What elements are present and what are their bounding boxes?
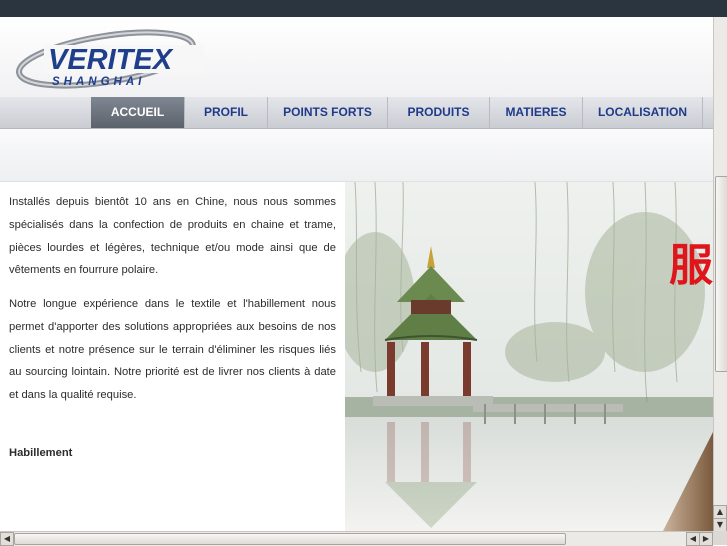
logo-brand-text: VERITEX: [48, 44, 174, 76]
nav-item-localisation[interactable]: LOCALISATION: [583, 97, 703, 128]
arrow-down-icon[interactable]: ▼: [713, 518, 727, 532]
logo-city-text: SHANGHAI: [52, 76, 145, 88]
arrow-left-icon[interactable]: ◀: [0, 532, 14, 546]
main-content: Installés depuis bientôt 10 ans en Chine…: [0, 182, 345, 531]
scrollbar-corner: [713, 531, 727, 545]
arrow-left-icon[interactable]: ◀: [686, 532, 700, 546]
chinese-character-overlay: 服: [669, 240, 713, 291]
experience-paragraph: Notre longue expérience dans le textile …: [9, 298, 336, 402]
intro-paragraph: Installés depuis bientôt 10 ans en Chine…: [9, 196, 336, 277]
vertical-scroll-thumb[interactable]: [715, 176, 727, 372]
horizontal-scroll-thumb[interactable]: [14, 533, 566, 545]
window-top-bar: [0, 0, 727, 17]
pagoda-lake-photo: 服: [345, 182, 713, 531]
nav-item-points-forts[interactable]: POINTS FORTS: [268, 97, 388, 128]
sub-banner: [0, 129, 713, 182]
veritex-logo[interactable]: VERITEX SHANGHAI: [14, 27, 204, 89]
arrow-right-icon[interactable]: ▶: [699, 532, 713, 546]
nav-item-accueil[interactable]: ACCUEIL: [91, 97, 185, 128]
main-navigation: ACCUEIL PROFIL POINTS FORTS PRODUITS MAT…: [0, 97, 713, 129]
arrow-up-icon[interactable]: ▲: [713, 505, 727, 519]
site-header: VERITEX SHANGHAI: [0, 17, 713, 97]
nav-item-produits[interactable]: PRODUITS: [388, 97, 490, 128]
nav-item-profil[interactable]: PROFIL: [185, 97, 268, 128]
nav-item-matieres[interactable]: MATIERES: [490, 97, 583, 128]
horizontal-scrollbar[interactable]: [0, 531, 713, 546]
pagoda-scene: 服: [345, 182, 713, 531]
category-heading[interactable]: Habillement: [9, 447, 72, 459]
nav-spacer: [0, 97, 92, 128]
vertical-scrollbar[interactable]: [713, 17, 727, 531]
